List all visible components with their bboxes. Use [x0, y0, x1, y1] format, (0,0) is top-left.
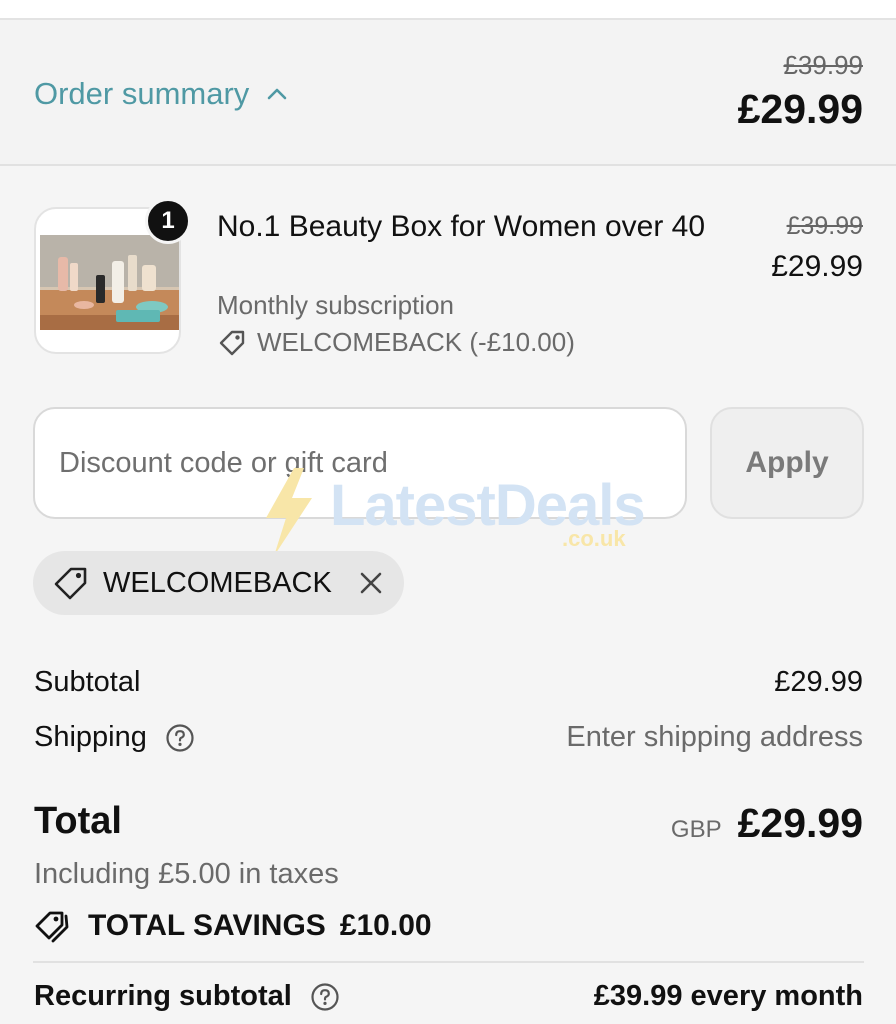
summary-price: £29.99	[737, 86, 863, 132]
savings-value: £10.00	[339, 909, 432, 942]
watermark-domain: .co.uk	[562, 526, 626, 551]
total-label: Total	[34, 800, 122, 842]
product-original-price: £39.99	[786, 212, 863, 240]
tag-icon	[54, 567, 87, 600]
close-icon[interactable]	[356, 568, 386, 598]
product-price: £29.99	[771, 250, 863, 283]
apply-button[interactable]: Apply	[710, 407, 864, 519]
divider	[33, 961, 864, 963]
order-summary-header[interactable]: Order summary £39.99 £29.99	[0, 20, 896, 166]
product-discount-text: WELCOMEBACK (-£10.00)	[257, 327, 575, 357]
tags-icon	[35, 911, 69, 943]
recurring-label: Recurring subtotal	[34, 980, 292, 1012]
quantity-badge: 1	[145, 198, 191, 244]
shipping-value: Enter shipping address	[566, 721, 863, 753]
product-subtitle: Monthly subscription	[217, 290, 454, 320]
tag-icon	[219, 330, 245, 355]
applied-code-chip: WELCOMEBACK	[33, 551, 404, 615]
applied-code-text: WELCOMEBACK	[103, 566, 332, 599]
recurring-value: £39.99 every month	[593, 980, 863, 1012]
help-circle-icon[interactable]	[310, 982, 340, 1012]
order-summary-toggle[interactable]: Order summary	[34, 76, 289, 112]
total-value: £29.99	[737, 800, 863, 846]
shipping-row: Shipping	[34, 721, 195, 754]
product-applied-discount: WELCOMEBACK (-£10.00)	[217, 327, 575, 358]
total-amount: GBP £29.99	[671, 800, 863, 847]
total-savings: TOTAL SAVINGS £10.00	[34, 906, 432, 946]
subtotal-value: £29.99	[774, 666, 863, 698]
subtotal-label: Subtotal	[34, 666, 141, 698]
shipping-label: Shipping	[34, 721, 147, 753]
discount-code-input[interactable]	[33, 407, 687, 519]
product-title: No.1 Beauty Box for Women over 40	[217, 210, 706, 243]
order-summary-label: Order summary	[34, 76, 250, 111]
total-currency: GBP	[670, 816, 722, 843]
chevron-up-icon	[268, 88, 287, 100]
savings-label: TOTAL SAVINGS	[88, 909, 326, 942]
help-circle-icon[interactable]	[165, 723, 195, 753]
taxes-note: Including £5.00 in taxes	[34, 858, 339, 890]
recurring-subtotal-row: Recurring subtotal	[34, 980, 340, 1013]
top-bar	[0, 0, 896, 20]
summary-original-price: £39.99	[783, 50, 863, 80]
